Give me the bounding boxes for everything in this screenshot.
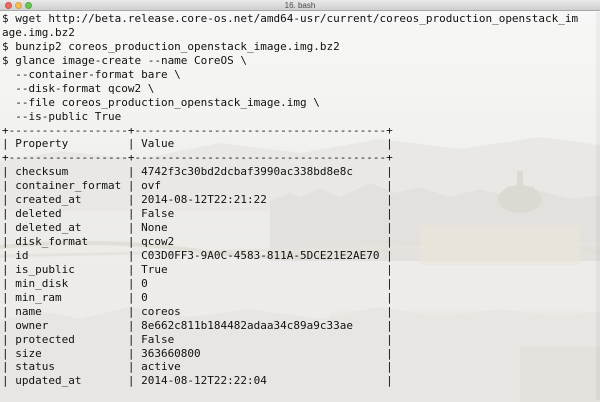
terminal-line: | size | 363660800 | (2, 346, 393, 360)
terminal-line: | deleted_at | None | (2, 221, 393, 235)
terminal-line: +------------------+--------------------… (2, 123, 393, 137)
window-title: 16. bash (284, 1, 316, 10)
terminal-line: | disk_format | qcow2 | (2, 235, 393, 248)
terminal-line: | name | coreos | (2, 304, 393, 318)
title-bar[interactable]: 16. bash (0, 0, 600, 11)
terminal-line: | min_disk | 0 | (2, 276, 393, 290)
terminal-line: --file coreos_production_openstack_image… (2, 95, 320, 109)
terminal-line: | deleted | False | (2, 207, 393, 221)
terminal-line: | is_public | True | (2, 262, 393, 276)
terminal-window: 16. bash $ wget http://beta.release.core… (0, 0, 600, 402)
terminal-line: | created_at | 2014-08-12T22:21:22 | (2, 193, 393, 207)
terminal-line: $ wget http://beta.release.core-os.net/a… (2, 12, 579, 25)
terminal-line: | min_ram | 0 | (2, 290, 393, 304)
terminal-line: | container_format | ovf | (2, 179, 393, 193)
terminal-line: | owner | 8e662c811b184482adaa34c89a9c33… (2, 318, 393, 332)
terminal-line: --disk-format qcow2 \ (2, 81, 155, 95)
terminal-line: | protected | False | (2, 332, 393, 346)
terminal-line: | id | C03D0FF3-9A0C-4583-811A-5DCE21E2A… (2, 248, 393, 262)
terminal-line: | status | active | (2, 360, 393, 374)
terminal-line: | checksum | 4742f3c30bd2dcbaf3990ac338b… (2, 165, 393, 179)
terminal-line: +------------------+--------------------… (2, 151, 393, 165)
terminal-line: | Property | Value | (2, 137, 393, 151)
terminal-line: age.img.bz2 (2, 25, 75, 39)
terminal-line: --container-format bare \ (2, 67, 181, 81)
terminal-line: --is-public True (2, 109, 122, 123)
terminal-line: $ glance image-create --name CoreOS \ (2, 53, 248, 67)
terminal-line: $ bunzip2 coreos_production_openstack_im… (2, 39, 340, 53)
terminal-output[interactable]: $ wget http://beta.release.core-os.net/a… (2, 12, 598, 400)
scrollbar[interactable] (596, 12, 600, 400)
terminal-line: | updated_at | 2014-08-12T22:22:04 | (2, 374, 393, 388)
